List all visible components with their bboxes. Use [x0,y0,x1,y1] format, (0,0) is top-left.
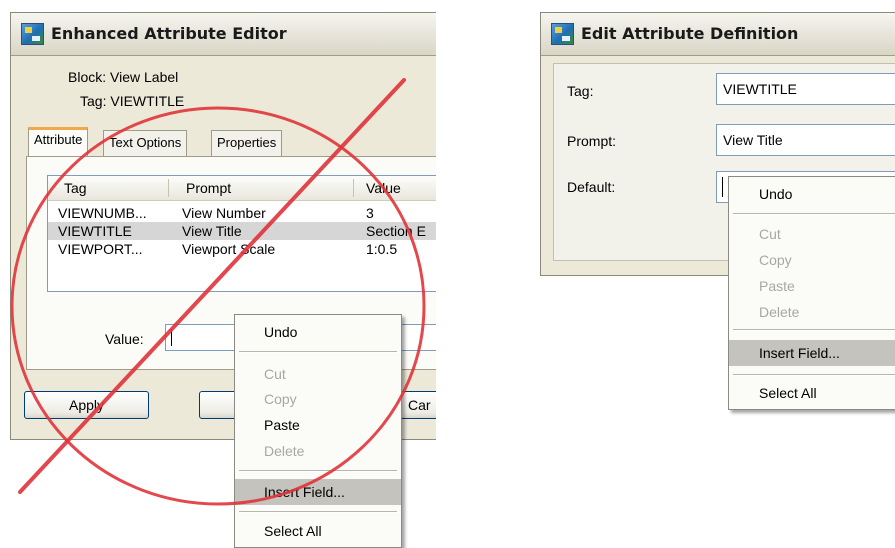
menu-item-copy[interactable]: Copy [235,386,401,412]
tab-text-options[interactable]: Text Options [103,130,188,156]
tag-label: Tag: [567,83,594,99]
row-prompt: Viewport Scale [182,241,276,257]
block-name-label: Block: View Label [68,69,179,85]
default-label: Default: [567,179,616,195]
menu-separator [239,351,397,353]
menu-item-paste[interactable]: Paste [729,273,895,299]
table-row[interactable]: VIEWNUMB... View Number 3 [48,204,436,222]
apply-button[interactable]: Apply [24,391,149,419]
menu-item-insert-field[interactable]: Insert Field... [235,479,401,505]
menu-separator [239,470,397,472]
column-header-tag[interactable]: Tag [64,180,87,196]
menu-item-cut[interactable]: Cut [729,221,895,247]
menu-separator [733,213,895,215]
tag-name-label: Tag: VIEWTITLE [80,93,185,109]
row-prompt: View Number [182,205,266,221]
menu-item-copy[interactable]: Copy [729,247,895,273]
text-cursor [171,329,172,346]
column-header-prompt[interactable]: Prompt [186,180,231,196]
menu-item-delete[interactable]: Delete [729,299,895,325]
prompt-input[interactable]: View Title [716,124,895,156]
row-value: 1:0.5 [366,241,398,257]
value-label: Value: [105,331,144,347]
right-dialog-title: Edit Attribute Definition [581,24,799,43]
menu-item-cut[interactable]: Cut [235,361,401,387]
menu-item-delete[interactable]: Delete [235,438,401,464]
column-header-value[interactable]: Value [366,180,401,196]
menu-item-insert-field[interactable]: Insert Field... [729,340,895,366]
row-tag: VIEWTITLE [58,223,132,239]
column-divider[interactable] [168,179,169,197]
left-dialog-title: Enhanced Attribute Editor [51,24,287,43]
left-dialog-titlebar[interactable]: Enhanced Attribute Editor [11,13,436,56]
left-context-menu: Undo Cut Copy Paste Delete Insert Field.… [234,314,402,548]
row-value: Section E [366,223,426,239]
table-row[interactable]: VIEWPORT... Viewport Scale 1:0.5 [48,240,436,258]
row-value: 3 [366,205,374,221]
right-context-menu: Undo Cut Copy Paste Delete Insert Field.… [728,176,895,410]
menu-item-paste[interactable]: Paste [235,412,401,438]
menu-separator [733,374,895,376]
menu-separator [239,511,397,513]
menu-item-undo[interactable]: Undo [235,319,401,345]
row-prompt: View Title [182,223,242,239]
prompt-label: Prompt: [567,133,617,149]
menu-item-undo[interactable]: Undo [729,181,895,207]
text-cursor [722,177,723,197]
tab-attribute[interactable]: Attribute [28,127,89,156]
table-row-selected[interactable]: VIEWTITLE View Title Section E [48,222,436,240]
attribute-definition-app-icon [551,23,574,45]
tab-properties[interactable]: Properties [211,130,283,156]
menu-item-select-all[interactable]: Select All [235,518,401,544]
tag-input[interactable]: VIEWTITLE [716,73,895,105]
menu-item-select-all[interactable]: Select All [729,380,895,406]
row-tag: VIEWPORT... [58,241,143,257]
attribute-list[interactable]: Tag Prompt Value VIEWNUMB... View Number… [47,175,436,292]
column-divider[interactable] [353,179,354,197]
attribute-list-header: Tag Prompt Value [48,176,436,201]
attribute-editor-app-icon [21,23,44,45]
row-tag: VIEWNUMB... [58,205,147,221]
menu-separator [733,329,895,331]
right-dialog-titlebar[interactable]: Edit Attribute Definition [541,13,895,56]
